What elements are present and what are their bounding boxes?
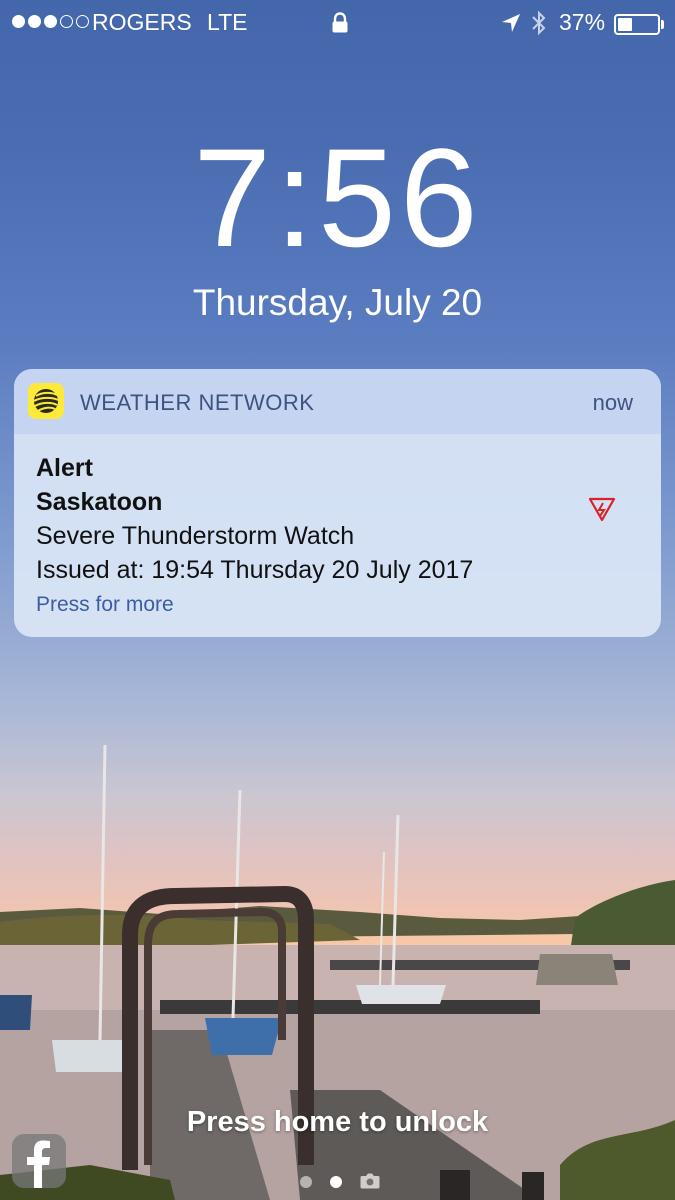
houseboat	[536, 954, 618, 985]
notification-title: Alert	[36, 454, 93, 482]
notification-message: Severe Thunderstorm Watch	[36, 522, 355, 550]
battery-level-fill	[618, 18, 633, 31]
hill-right	[570, 880, 675, 955]
page-dot	[300, 1176, 312, 1188]
weather-alert-notification[interactable]: WEATHER NETWORK now Alert Saskatoon Seve…	[14, 369, 661, 637]
lock-screen-clock: 7:56	[193, 119, 482, 276]
network-type: LTE	[207, 9, 248, 35]
notification-header: WEATHER NETWORK now	[14, 369, 661, 434]
lock-icon	[332, 12, 348, 33]
press-home-to-unlock: Press home to unlock	[186, 1106, 489, 1138]
page-indicator	[296, 1172, 386, 1192]
notification-app-name: WEATHER NETWORK	[80, 390, 315, 415]
notification-time: now	[592, 390, 633, 415]
battery-nub	[661, 20, 664, 29]
thunderstorm-alert-icon	[588, 497, 616, 522]
carrier-name: ROGERS	[92, 9, 192, 35]
notification-body: Alert Saskatoon Severe Thunderstorm Watc…	[14, 434, 661, 617]
sailboat	[205, 1018, 282, 1055]
lock-screen-date: Thursday, July 20	[192, 282, 483, 323]
location-icon	[502, 14, 520, 32]
camera-icon[interactable]	[360, 1172, 380, 1189]
boat-left	[0, 995, 32, 1030]
sailboat	[52, 1040, 125, 1072]
battery-icon	[614, 14, 660, 35]
weather-network-logo-icon	[28, 383, 64, 419]
sailboat	[356, 985, 446, 1004]
page-dot-active	[330, 1176, 342, 1188]
facebook-icon[interactable]	[12, 1134, 66, 1188]
bluetooth-icon	[532, 10, 546, 36]
press-for-more-hint[interactable]: Press for more	[36, 593, 639, 617]
dock	[160, 1000, 540, 1014]
notification-issued-time: Issued at: 19:54 Thursday 20 July 2017	[36, 556, 474, 584]
status-bar: ROGERS LTE 37%	[0, 6, 675, 40]
notification-location: Saskatoon	[36, 488, 163, 516]
cellular-signal-icon	[12, 15, 89, 28]
battery-percentage: 37%	[559, 9, 606, 35]
